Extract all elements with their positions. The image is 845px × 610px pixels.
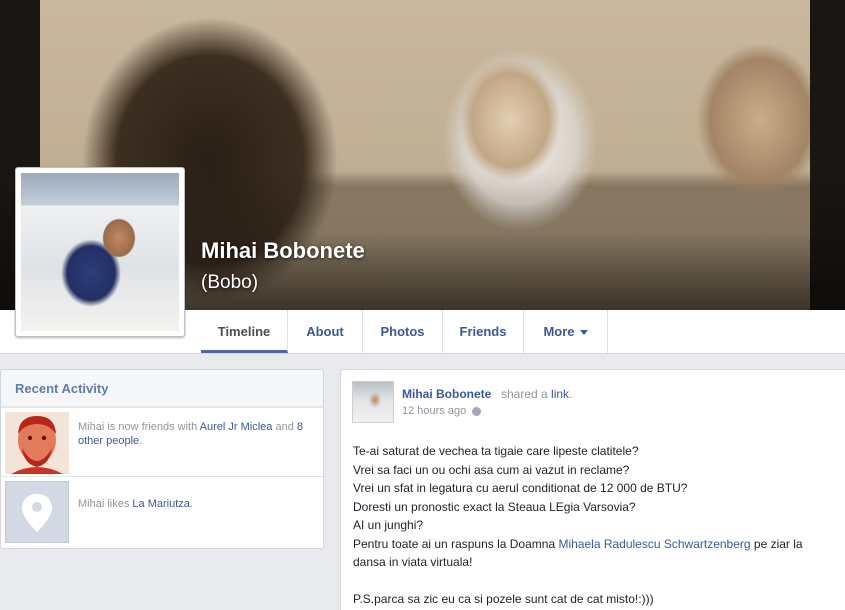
- tab-more[interactable]: More: [524, 310, 608, 353]
- activity-item: Mihai likes La Mariutza.: [1, 476, 323, 546]
- map-pin-icon: [22, 494, 52, 532]
- tab-friends-label: Friends: [459, 324, 507, 339]
- post-author-name[interactable]: Mihai Bobonete: [402, 387, 491, 401]
- portrait-illustration-icon: [5, 412, 69, 474]
- page-link-la-mariutza[interactable]: La Mariutza: [132, 498, 189, 510]
- post-ps-line: P.S.parca sa zic eu ca si pozele sunt ca…: [353, 592, 654, 606]
- profile-picture[interactable]: [15, 167, 185, 337]
- post-line: Pentru toate ai un raspuns la Doamna Mih…: [353, 535, 838, 554]
- post-action-verb: shared a: [501, 387, 552, 401]
- activity-subject: Mihai: [78, 498, 105, 510]
- tab-timeline-label: Timeline: [217, 324, 271, 339]
- mention-link[interactable]: Mihaela Radulescu Schwartzenberg: [558, 537, 750, 551]
- post-line: Doresti un pronostic exact la Steaua LEg…: [353, 499, 636, 514]
- activity-verb: is now friends with: [104, 421, 200, 433]
- tab-photos-label: Photos: [380, 324, 425, 339]
- activity-thumbnail[interactable]: [5, 412, 69, 474]
- profile-name[interactable]: Mihai Bobonete: [201, 238, 365, 264]
- post-line-text: Pentru toate ai un raspuns la Doamna: [353, 536, 559, 551]
- friend-link-aurel[interactable]: Aurel Jr Miclea: [200, 421, 273, 433]
- timeline-post: Mihai Bobonete shared a link. 12 hours a…: [340, 369, 845, 610]
- globe-icon[interactable]: [472, 407, 481, 416]
- activity-item: Mihai is now friends with Aurel Jr Micle…: [1, 407, 323, 477]
- activity-period: .: [139, 435, 143, 447]
- profile-picture-image: [21, 173, 179, 331]
- profile-nickname: (Bobo): [201, 272, 259, 293]
- post-body: Te-ai saturat de vechea ta tigaie care l…: [353, 442, 838, 609]
- activity-period: .: [189, 498, 193, 510]
- post-line: Vrei un sfat in legatura cu aerul condit…: [353, 481, 688, 495]
- tab-more-label: More: [543, 324, 575, 339]
- activity-thumbnail[interactable]: [5, 481, 69, 543]
- activity-text: Mihai likes La Mariutza.: [78, 497, 313, 511]
- shared-link[interactable]: link: [551, 387, 569, 401]
- tab-about-label: About: [306, 324, 344, 339]
- tab-photos[interactable]: Photos: [363, 310, 443, 353]
- post-line: Te-ai saturat de vechea ta tigaie care l…: [353, 444, 639, 458]
- post-action-period: .: [569, 387, 573, 401]
- activity-subject: Mihai: [78, 421, 105, 433]
- chevron-down-icon: [579, 330, 588, 336]
- post-line-text: pe ziar la: [750, 536, 803, 551]
- activity-verb: likes: [104, 498, 133, 510]
- tab-timeline[interactable]: Timeline: [201, 310, 288, 353]
- activity-connector: and: [272, 421, 297, 433]
- post-line: dansa in viata virtuala!: [353, 555, 473, 569]
- recent-activity-panel: Recent Activity Mihai is now friends wit…: [0, 369, 324, 549]
- post-timestamp[interactable]: 12 hours ago: [402, 405, 466, 417]
- post-line: AI un junghi?: [353, 518, 424, 532]
- post-author-avatar[interactable]: [352, 381, 394, 423]
- activity-text: Mihai is now friends with Aurel Jr Micle…: [78, 420, 313, 448]
- recent-activity-title: Recent Activity: [1, 370, 323, 407]
- tab-about[interactable]: About: [288, 310, 363, 353]
- tab-friends[interactable]: Friends: [443, 310, 524, 353]
- post-spacer: [353, 572, 838, 591]
- post-action-text: shared a link.: [501, 387, 572, 401]
- post-line: Vrei sa faci un ou ochi asa cum ai vazut…: [353, 462, 630, 477]
